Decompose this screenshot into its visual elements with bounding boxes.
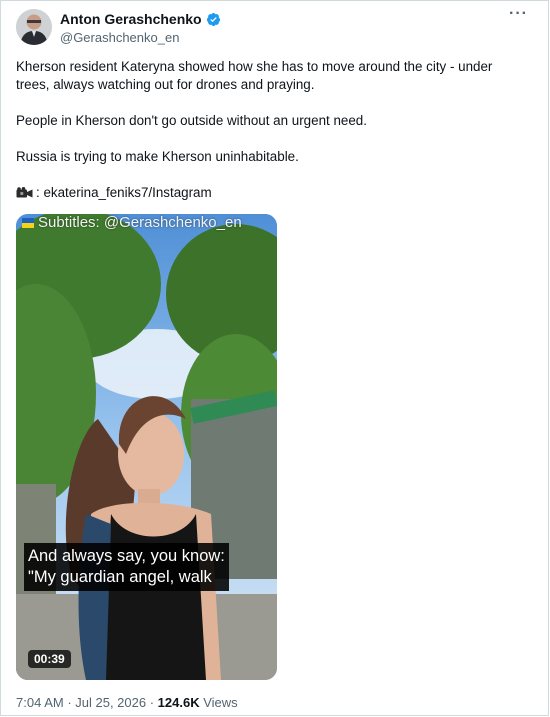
verified-badge-icon <box>206 12 220 26</box>
camera-icon <box>16 187 33 198</box>
source-credit-text[interactable]: : ekaterina_feniks7/Instagram <box>36 184 212 202</box>
tweet-paragraph: People in Kherson don't go outside witho… <box>16 113 367 128</box>
more-options-icon[interactable]: ··· <box>509 5 528 23</box>
author-name-text[interactable]: Anton Gerashchenko <box>60 11 202 27</box>
avatar-image <box>16 9 52 45</box>
meta-separator: · <box>63 695 76 710</box>
author-name[interactable]: Anton Gerashchenko <box>60 11 221 27</box>
caption-line: "My guardian angel, walk <box>28 568 212 586</box>
source-credit: : ekaterina_feniks7/Instagram <box>16 184 528 202</box>
tweet-paragraph: Kherson resident Kateryna showed how she… <box>16 59 493 92</box>
avatar[interactable] <box>16 9 52 45</box>
author-handle[interactable]: @Gerashchenko_en <box>60 30 179 45</box>
video-caption: And always say, you know: "My guardian a… <box>24 543 229 591</box>
ukraine-flag-icon <box>22 217 34 228</box>
tweet-paragraph: Russia is trying to make Kherson uninhab… <box>16 149 299 164</box>
views-label: Views <box>199 695 238 710</box>
subtitle-watermark-text: Subtitles: @Gerashchenko_en <box>38 214 242 231</box>
subtitle-watermark: Subtitles: @Gerashchenko_en <box>22 214 242 231</box>
caption-line: And always say, you know: <box>28 547 225 565</box>
tweet-date[interactable]: Jul 25, 2026 <box>75 695 146 710</box>
tweet-meta: 7:04 AM · Jul 25, 2026 · 124.6K Views <box>16 695 238 710</box>
tweet-time[interactable]: 7:04 AM <box>16 695 64 710</box>
meta-separator: · <box>146 695 158 710</box>
video-player[interactable]: Subtitles: @Gerashchenko_en And always s… <box>16 214 277 680</box>
video-duration-badge: 00:39 <box>28 650 71 668</box>
video-frame <box>16 214 277 680</box>
tweet-text: Kherson resident Kateryna showed how she… <box>16 58 528 202</box>
tweet-card[interactable]: Anton Gerashchenko @Gerashchenko_en ··· … <box>0 0 549 716</box>
views-count: 124.6K <box>157 695 200 710</box>
